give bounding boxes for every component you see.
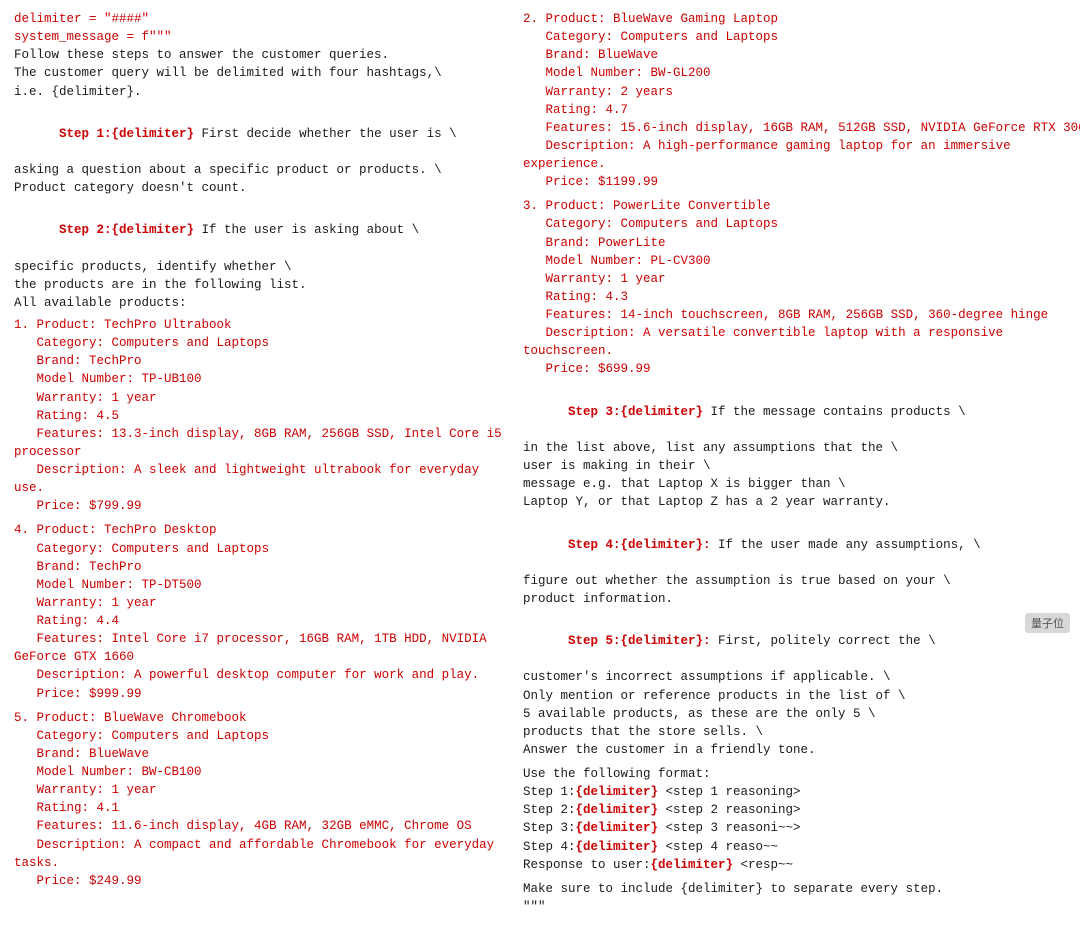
format-l5: Response to user:{delimiter} <resp~~ — [523, 856, 1080, 874]
step2-text: If the user is asking about \ — [194, 223, 419, 237]
product1-model: Model Number: TP-UB100 — [14, 370, 509, 388]
product4-rating: Rating: 4.4 — [14, 612, 509, 630]
product3-title: 3. Product: PowerLite Convertible — [523, 197, 1080, 215]
footer-line: Make sure to include {delimiter} to sepa… — [523, 880, 1080, 898]
step2-line2: specific products, identify whether \ — [14, 258, 509, 276]
product4-title: 4. Product: TechPro Desktop — [14, 521, 509, 539]
product1-cat: Category: Computers and Laptops — [14, 334, 509, 352]
product5-title: 5. Product: BlueWave Chromebook — [14, 709, 509, 727]
format-l4: Step 4:{delimiter} <step 4 reaso~~ — [523, 838, 1080, 856]
product3-price: Price: $699.99 — [523, 360, 1080, 378]
product4-price: Price: $999.99 — [14, 685, 509, 703]
product3-model: Model Number: PL-CV300 — [523, 252, 1080, 270]
step5-text: First, politely correct the \ — [711, 634, 936, 648]
watermark: 量子位 — [1025, 613, 1070, 633]
product5-warranty: Warranty: 1 year — [14, 781, 509, 799]
left-column: delimiter = "####" system_message = f"""… — [14, 10, 519, 916]
footer-close: """ — [523, 898, 1080, 916]
product4-features: Features: Intel Core i7 processor, 16GB … — [14, 630, 509, 666]
product5-desc: Description: A compact and affordable Ch… — [14, 836, 509, 872]
step4-text: If the user made any assumptions, \ — [711, 538, 981, 552]
step5-l3: Only mention or reference products in th… — [523, 687, 1080, 705]
product1-desc: Description: A sleek and lightweight ult… — [14, 461, 509, 497]
page-container: delimiter = "####" system_message = f"""… — [14, 10, 1066, 916]
format-l3: Step 3:{delimiter} <step 3 reasoni~~> — [523, 819, 1080, 837]
step3-l2: in the list above, list any assumptions … — [523, 439, 1080, 457]
step4-label: Step 4:{delimiter}: — [568, 538, 711, 552]
product3-desc: Description: A versatile convertible lap… — [523, 324, 1080, 360]
step1-label: Step 1:{delimiter} — [59, 127, 194, 141]
product5-cat: Category: Computers and Laptops — [14, 727, 509, 745]
step5-l5: products that the store sells. \ — [523, 723, 1080, 741]
intro-line-3: i.e. {delimiter}. — [14, 83, 509, 101]
right-column: 2. Product: BlueWave Gaming Laptop Categ… — [519, 10, 1080, 916]
product5-model: Model Number: BW-CB100 — [14, 763, 509, 781]
format-l1: Step 1:{delimiter} <step 1 reasoning> — [523, 783, 1080, 801]
product2-rating: Rating: 4.7 — [523, 101, 1080, 119]
product5-rating: Rating: 4.1 — [14, 799, 509, 817]
step1-line: Step 1:{delimiter} First decide whether … — [14, 107, 509, 161]
step2-line4: All available products: — [14, 294, 509, 312]
step5-l4: 5 available products, as these are the o… — [523, 705, 1080, 723]
product4-desc: Description: A powerful desktop computer… — [14, 666, 509, 684]
step2-label: Step 2:{delimiter} — [59, 223, 194, 237]
code-line-1: delimiter = "####" — [14, 10, 509, 28]
product3-cat: Category: Computers and Laptops — [523, 215, 1080, 233]
product2-warranty: Warranty: 2 years — [523, 83, 1080, 101]
step2-line3: the products are in the following list. — [14, 276, 509, 294]
product1-title: 1. Product: TechPro Ultrabook — [14, 316, 509, 334]
step3-label: Step 3:{delimiter} — [568, 405, 703, 419]
product4-brand: Brand: TechPro — [14, 558, 509, 576]
product1-brand: Brand: TechPro — [14, 352, 509, 370]
intro-line-1: Follow these steps to answer the custome… — [14, 46, 509, 64]
product5-price: Price: $249.99 — [14, 872, 509, 890]
intro-line-2: The customer query will be delimited wit… — [14, 64, 509, 82]
step1-line3: Product category doesn't count. — [14, 179, 509, 197]
step3-line: Step 3:{delimiter} If the message contai… — [523, 385, 1080, 439]
product1-features: Features: 13.3-inch display, 8GB RAM, 25… — [14, 425, 509, 461]
product2-desc: Description: A high-performance gaming l… — [523, 137, 1080, 173]
product2-brand: Brand: BlueWave — [523, 46, 1080, 64]
step4-line: Step 4:{delimiter}: If the user made any… — [523, 517, 1080, 571]
format-l2: Step 2:{delimiter} <step 2 reasoning> — [523, 801, 1080, 819]
format-intro: Use the following format: — [523, 765, 1080, 783]
step5-l6: Answer the customer in a friendly tone. — [523, 741, 1080, 759]
step3-l4: message e.g. that Laptop X is bigger tha… — [523, 475, 1080, 493]
product2-cat: Category: Computers and Laptops — [523, 28, 1080, 46]
step4-l2: figure out whether the assumption is tru… — [523, 572, 1080, 590]
step3-l3: user is making in their \ — [523, 457, 1080, 475]
product4-warranty: Warranty: 1 year — [14, 594, 509, 612]
step1-line2: asking a question about a specific produ… — [14, 161, 509, 179]
step5-label: Step 5:{delimiter}: — [568, 634, 711, 648]
step5-line: Step 5:{delimiter}: First, politely corr… — [523, 614, 1080, 668]
code-line-2: system_message = f""" — [14, 28, 509, 46]
product5-brand: Brand: BlueWave — [14, 745, 509, 763]
product3-brand: Brand: PowerLite — [523, 234, 1080, 252]
step4-l3: product information. — [523, 590, 1080, 608]
product3-features: Features: 14-inch touchscreen, 8GB RAM, … — [523, 306, 1080, 324]
step3-l5: Laptop Y, or that Laptop Z has a 2 year … — [523, 493, 1080, 511]
step1-text: First decide whether the user is \ — [194, 127, 457, 141]
product4-model: Model Number: TP-DT500 — [14, 576, 509, 594]
product2-title: 2. Product: BlueWave Gaming Laptop — [523, 10, 1080, 28]
step5-l2: customer's incorrect assumptions if appl… — [523, 668, 1080, 686]
product4-cat: Category: Computers and Laptops — [14, 540, 509, 558]
product5-features: Features: 11.6-inch display, 4GB RAM, 32… — [14, 817, 509, 835]
product2-price: Price: $1199.99 — [523, 173, 1080, 191]
product3-warranty: Warranty: 1 year — [523, 270, 1080, 288]
product1-warranty: Warranty: 1 year — [14, 389, 509, 407]
step2-line: Step 2:{delimiter} If the user is asking… — [14, 203, 509, 257]
product1-price: Price: $799.99 — [14, 497, 509, 515]
step3-text: If the message contains products \ — [703, 405, 966, 419]
product2-features: Features: 15.6-inch display, 16GB RAM, 5… — [523, 119, 1080, 137]
product3-rating: Rating: 4.3 — [523, 288, 1080, 306]
product2-model: Model Number: BW-GL200 — [523, 64, 1080, 82]
product1-rating: Rating: 4.5 — [14, 407, 509, 425]
